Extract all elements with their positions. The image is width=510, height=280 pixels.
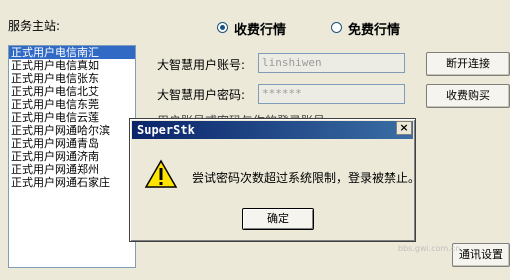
disconnect-button[interactable]: 断开连接	[426, 52, 510, 76]
user-account-label: 大智慧用户账号:	[157, 58, 246, 72]
error-dialog: SuperStk × 尝试密码次数超过系统限制，登录被禁止。 确定	[129, 118, 420, 242]
ok-button[interactable]: 确定	[242, 208, 314, 230]
charged-quote-radio[interactable]	[217, 22, 228, 33]
user-account-input[interactable]: linshiwen	[258, 53, 405, 73]
free-quote-radio[interactable]	[331, 22, 342, 33]
watermark: bbs.gwi.com.cn	[398, 244, 461, 253]
dialog-title: SuperStk	[132, 121, 413, 139]
dialog-message: 尝试密码次数超过系统限制，登录被禁止。	[192, 171, 421, 185]
server-list-item[interactable]: 正式用户网通郑州	[9, 163, 135, 176]
server-list-item[interactable]: 正式用户电信张东	[9, 72, 135, 85]
server-list-item[interactable]: 正式用户网通济南	[9, 150, 135, 163]
buy-button[interactable]: 收费购买	[426, 84, 510, 108]
server-list-item[interactable]: 正式用户网通青岛	[9, 137, 135, 150]
warning-icon	[144, 159, 178, 188]
close-icon[interactable]: ×	[396, 121, 412, 135]
user-password-input[interactable]: ******	[258, 84, 405, 104]
server-list-item[interactable]: 正式用户网通石家庄	[9, 176, 135, 189]
server-list-item[interactable]: 正式用户电信东莞	[9, 98, 135, 111]
server-list-item[interactable]: 正式用户电信云莲	[9, 111, 135, 124]
radio-button[interactable]	[331, 22, 342, 33]
server-list-item[interactable]: 正式用户网通哈尔滨	[9, 124, 135, 137]
server-label: 服务主站:	[8, 19, 61, 33]
free-quote-label[interactable]: 免费行情	[348, 19, 400, 38]
server-list-item[interactable]: 正式用户电信真如	[9, 59, 135, 72]
comm-settings-button[interactable]: 通讯设置	[452, 243, 510, 267]
radio-button[interactable]	[217, 22, 228, 33]
user-password-label: 大智慧用户密码:	[157, 88, 246, 102]
server-list-item[interactable]: 正式用户电信北艾	[9, 85, 135, 98]
server-list-item[interactable]: 正式用户电信南汇	[9, 46, 135, 59]
server-list[interactable]: 正式用户电信南汇 正式用户电信真如 正式用户电信张东 正式用户电信北艾 正式用户电信东莞…	[8, 45, 136, 268]
charged-quote-label[interactable]: 收费行情	[234, 19, 286, 38]
